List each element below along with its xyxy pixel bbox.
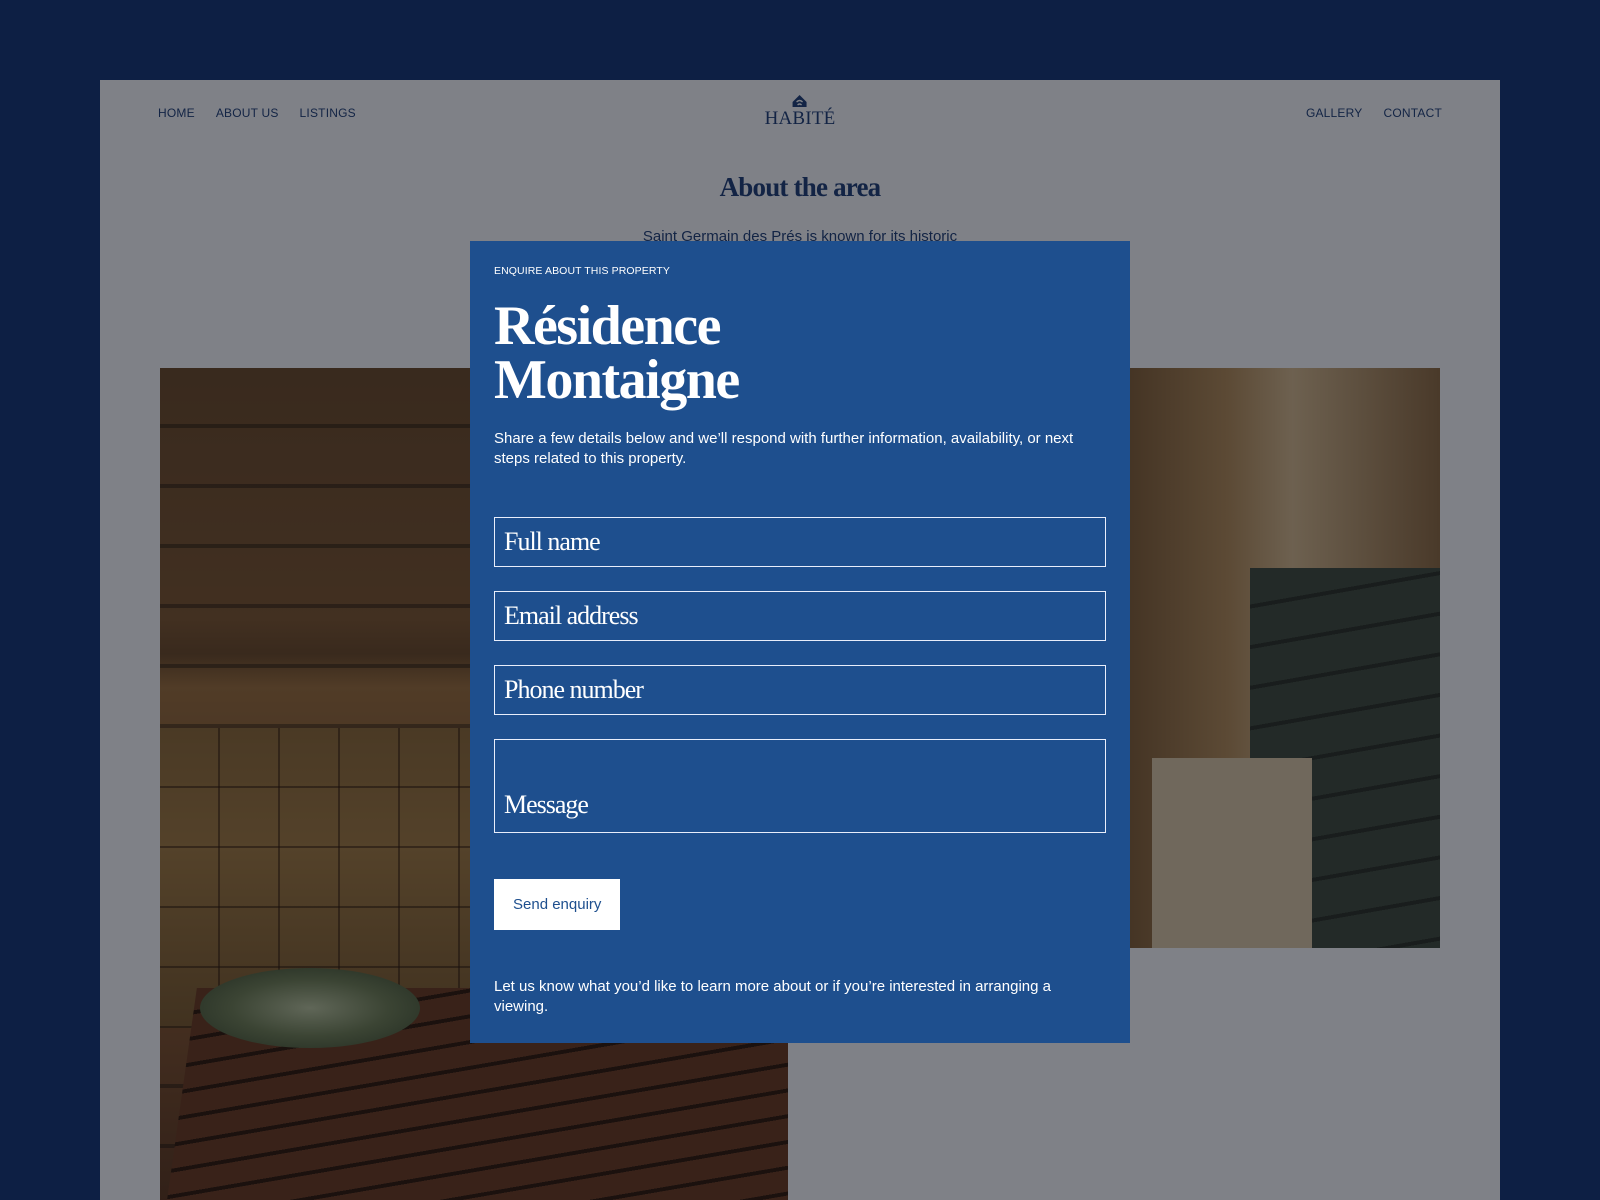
phone-field[interactable] [494,665,1106,715]
full-name-field[interactable] [494,517,1106,567]
modal-eyebrow: ENQUIRE ABOUT THIS PROPERTY [494,265,670,277]
modal-footer-text: Let us know what you’d like to learn mor… [494,978,1051,1015]
message-field[interactable] [494,739,1106,833]
modal-description: Share a few details below and we’ll resp… [494,430,1074,467]
property-title: Résidence Montaigne [494,295,740,411]
send-enquiry-button[interactable]: Send enquiry [494,879,621,930]
email-field[interactable] [494,591,1106,641]
enquiry-modal: ENQUIRE ABOUT THIS PROPERTY Résidence Mo… [470,241,1130,1043]
